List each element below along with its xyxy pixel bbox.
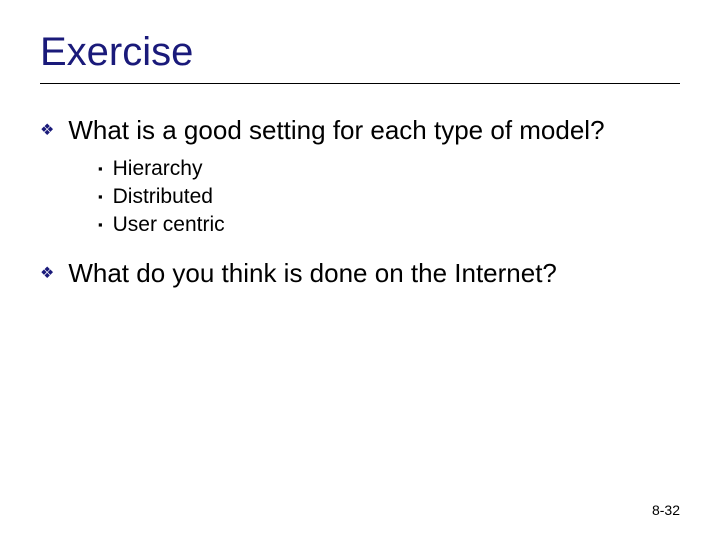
bullet-item: ❖ What is a good setting for each type o… xyxy=(40,114,680,147)
sub-list: ▪ Hierarchy ▪ Distributed ▪ User centric xyxy=(98,157,680,237)
page-number: 8-32 xyxy=(652,502,680,518)
bullet-text: What is a good setting for each type of … xyxy=(68,114,604,147)
sub-bullet-text: Hierarchy xyxy=(113,157,203,181)
diamond-bullet-icon: ❖ xyxy=(40,263,54,283)
sub-bullet-item: ▪ User centric xyxy=(98,213,680,237)
sub-bullet-text: Distributed xyxy=(113,185,213,209)
sub-bullet-item: ▪ Distributed xyxy=(98,185,680,209)
sub-bullet-item: ▪ Hierarchy xyxy=(98,157,680,181)
title-divider xyxy=(40,83,680,84)
square-bullet-icon: ▪ xyxy=(98,189,103,204)
sub-bullet-text: User centric xyxy=(113,213,225,237)
slide-title: Exercise xyxy=(40,30,680,75)
square-bullet-icon: ▪ xyxy=(98,217,103,232)
diamond-bullet-icon: ❖ xyxy=(40,120,54,140)
bullet-text: What do you think is done on the Interne… xyxy=(68,257,557,290)
square-bullet-icon: ▪ xyxy=(98,161,103,176)
bullet-item: ❖ What do you think is done on the Inter… xyxy=(40,257,680,290)
